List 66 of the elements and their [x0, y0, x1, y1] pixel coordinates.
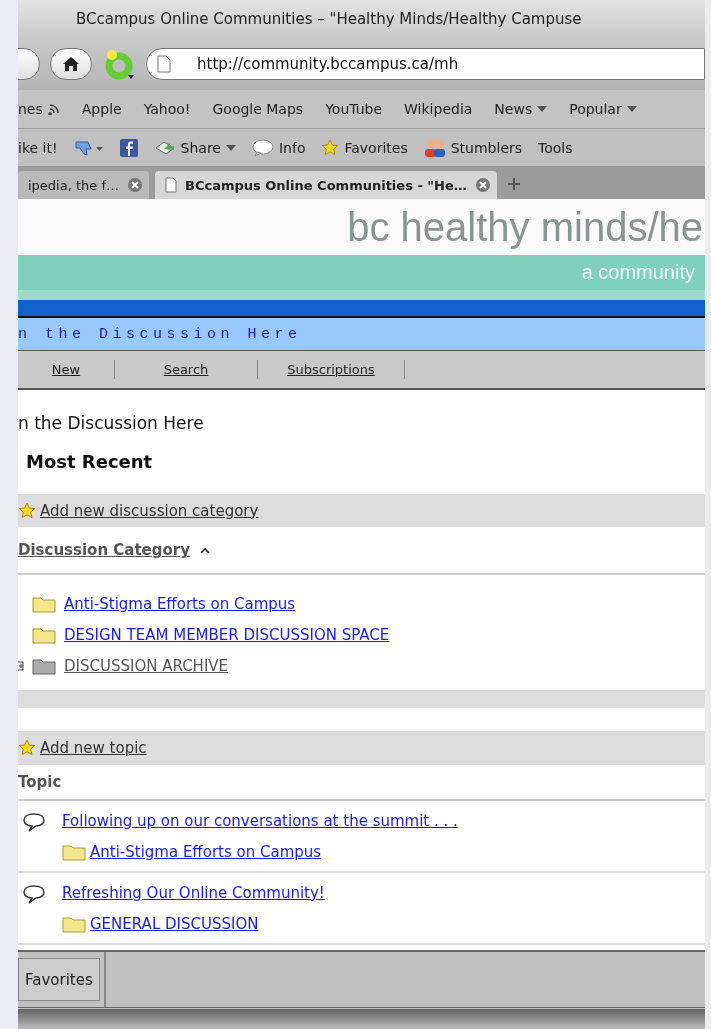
- category-link[interactable]: DESIGN TEAM MEMBER DISCUSSION SPACE: [64, 625, 390, 644]
- people-icon: [423, 137, 446, 158]
- toolbar-button[interactable]: Info: [251, 138, 306, 157]
- topic-link[interactable]: Refreshing Our Online Community!: [62, 883, 705, 908]
- folder-icon: [62, 914, 86, 933]
- category-link[interactable]: Anti-Stigma Efforts on Campus: [64, 594, 296, 613]
- speech-bubble-icon: [22, 883, 46, 904]
- site-title: bc healthy minds/he: [347, 204, 703, 250]
- toolbar-icon-button[interactable]: [119, 138, 138, 157]
- toolbar-icon-button[interactable]: [73, 138, 104, 157]
- folder-icon: [32, 594, 56, 613]
- section-heading: Most Recent: [26, 451, 154, 472]
- browser-tab[interactable]: ipedia, the f…: [18, 171, 149, 199]
- bookmark-link[interactable]: YouTube: [325, 101, 383, 117]
- bookmark-link[interactable]: Popular: [569, 101, 637, 117]
- close-icon[interactable]: [127, 177, 143, 193]
- speech-bubble-icon: [22, 811, 46, 832]
- site-tagline: a community: [581, 261, 695, 284]
- topic-link[interactable]: Following up on our conversations at the summit . . .: [62, 811, 705, 836]
- facebook-icon: [119, 138, 138, 157]
- folder-icon: [32, 625, 56, 644]
- bookmark-link[interactable]: Google Maps: [212, 101, 304, 117]
- address-field[interactable]: http://community.bccampus.ca/mh: [146, 48, 705, 80]
- banner-text: n the Discussion Here: [18, 325, 302, 343]
- window-title: BCcampus Online Communities – "Healthy Minds/Healthy Campuse: [76, 10, 582, 28]
- speech-bubble-icon: [251, 138, 274, 157]
- dropdown-caret-icon: [225, 144, 236, 151]
- bookmark-link[interactable]: Wikipedia: [404, 101, 473, 117]
- nav-link[interactable]: New: [18, 360, 115, 379]
- add-topic-link[interactable]: Add new topic: [40, 739, 147, 757]
- intro-text: n the Discussion Here: [18, 413, 205, 433]
- sort-caret-icon: [200, 546, 210, 554]
- bookmark-link[interactable]: nes: [18, 101, 60, 117]
- category-link[interactable]: DISCUSSION ARCHIVE: [64, 656, 229, 675]
- toolbar-button[interactable]: Stumblers: [423, 137, 523, 158]
- toolbar-button[interactable]: Tools: [538, 139, 573, 156]
- category-link[interactable]: GENERAL DISCUSSION: [90, 914, 259, 933]
- home-icon: [63, 57, 79, 71]
- toolbar-button[interactable]: ike it!: [18, 139, 58, 156]
- url-text: http://community.bccampus.ca/mh: [197, 55, 459, 73]
- thumbs-down-icon: [73, 138, 104, 157]
- bookmark-link[interactable]: News: [494, 101, 548, 117]
- bookmark-link[interactable]: Apple: [81, 101, 122, 117]
- dropdown-caret-icon: [537, 106, 548, 112]
- nav-link[interactable]: Subscriptions: [258, 360, 405, 379]
- bookmark-link[interactable]: Yahoo!: [143, 101, 191, 117]
- category-link[interactable]: Anti-Stigma Efforts on Campus: [90, 842, 322, 861]
- new-tab-icon[interactable]: [506, 177, 521, 191]
- toolbar-button[interactable]: Favorites: [321, 138, 408, 157]
- favorites-button[interactable]: Favorites: [18, 958, 100, 1001]
- toolbar-button[interactable]: Share: [153, 138, 236, 157]
- close-icon[interactable]: [474, 177, 491, 193]
- page-icon: [157, 55, 171, 73]
- column-header[interactable]: Discussion Category: [18, 541, 190, 559]
- feed-icon: [47, 103, 60, 115]
- folder-icon: [32, 656, 56, 675]
- column-header: Topic: [18, 773, 62, 791]
- dropdown-caret-icon: [626, 106, 637, 112]
- home-button[interactable]: [50, 48, 92, 80]
- folder-icon: [62, 842, 86, 861]
- page-icon: [165, 177, 177, 193]
- star-icon: [321, 138, 340, 157]
- expand-icon[interactable]: [18, 660, 24, 671]
- add-category-link[interactable]: Add new discussion category: [40, 501, 259, 520]
- nav-link[interactable]: Search: [115, 360, 258, 379]
- browser-tab[interactable]: BCcampus Online Communities - "He…: [155, 171, 497, 199]
